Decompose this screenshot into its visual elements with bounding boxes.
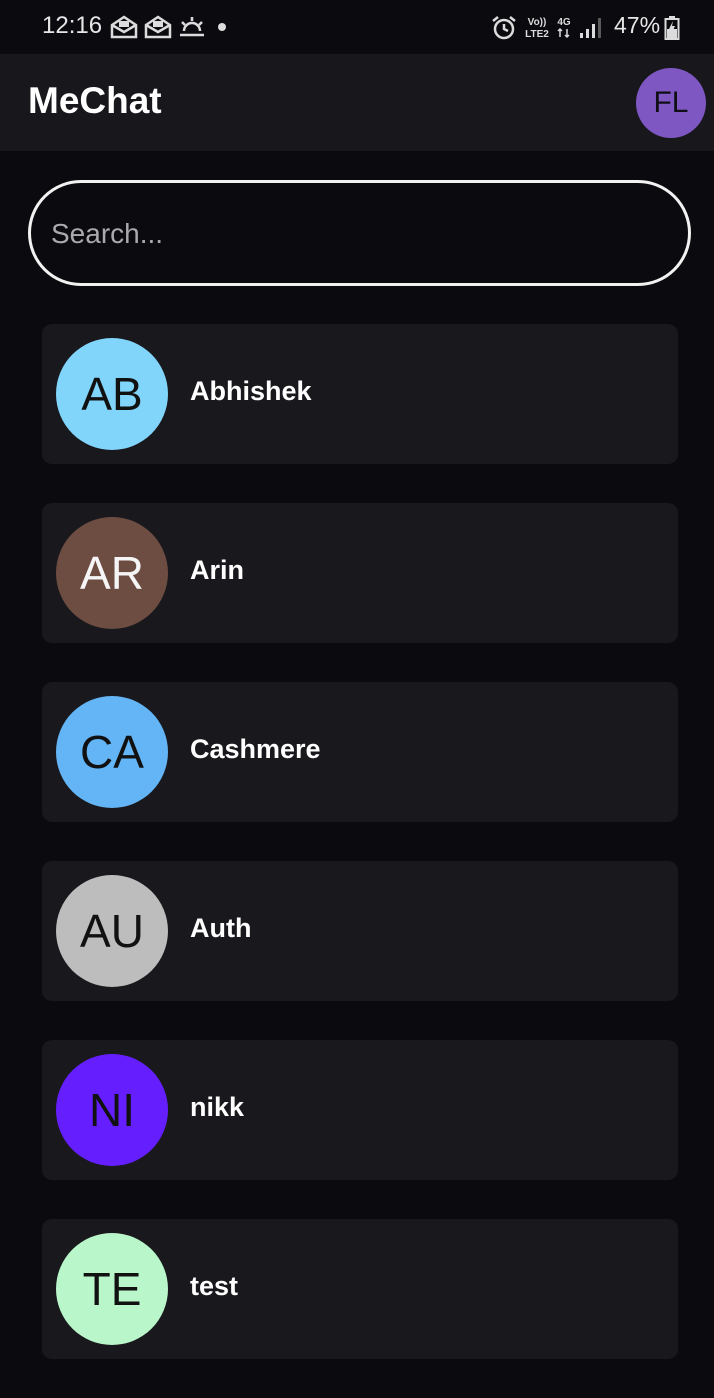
contact-initials: AR bbox=[80, 547, 144, 599]
app-title: MeChat bbox=[28, 80, 162, 121]
contact-name: Auth bbox=[190, 913, 252, 943]
contact-initials: TE bbox=[82, 1263, 142, 1315]
email-icon bbox=[110, 15, 138, 39]
contact-name: Abhishek bbox=[190, 376, 312, 406]
volte-icon: Vo)) LTE2 bbox=[525, 17, 549, 40]
svg-text:LTE2: LTE2 bbox=[525, 29, 549, 40]
status-time: 12:16 bbox=[42, 12, 103, 39]
contact-avatar: NI bbox=[56, 1054, 168, 1166]
profile-initials: FL bbox=[653, 86, 689, 119]
svg-text:Vo)): Vo)) bbox=[528, 17, 547, 28]
status-bar: 12:16 Vo)) LTE2 4G 47% bbox=[0, 0, 714, 54]
contact-avatar: TE bbox=[56, 1233, 168, 1345]
weather-icon bbox=[180, 17, 204, 37]
svg-text:4G: 4G bbox=[557, 17, 571, 28]
contact-list: AB Abhishek AR Arin CA Cashmere AU Auth … bbox=[42, 324, 678, 1398]
contact-avatar: CA bbox=[56, 696, 168, 808]
app-bar: MeChat FL bbox=[0, 54, 714, 151]
contact-initials: AB bbox=[81, 368, 143, 420]
contact-item[interactable]: NI nikk bbox=[42, 1040, 678, 1180]
contact-initials: NI bbox=[89, 1084, 135, 1136]
contact-name: test bbox=[190, 1271, 239, 1301]
contact-initials: CA bbox=[80, 726, 144, 778]
search-input[interactable] bbox=[49, 183, 653, 285]
notification-dot bbox=[218, 23, 226, 31]
contact-initials: AU bbox=[80, 905, 144, 957]
battery-percent: 47% bbox=[614, 12, 661, 38]
contact-name: Cashmere bbox=[190, 734, 321, 764]
contact-name: nikk bbox=[190, 1092, 245, 1122]
alarm-icon bbox=[492, 16, 516, 40]
contact-item[interactable]: AU Auth bbox=[42, 861, 678, 1001]
signal-icon bbox=[580, 18, 601, 38]
contact-item[interactable]: AR Arin bbox=[42, 503, 678, 643]
battery-charging-icon bbox=[664, 16, 680, 40]
profile-avatar-button[interactable]: FL bbox=[636, 68, 706, 138]
email-icon bbox=[144, 15, 172, 39]
contact-item[interactable]: TE test bbox=[42, 1219, 678, 1359]
contact-item[interactable]: CA Cashmere bbox=[42, 682, 678, 822]
contact-item[interactable]: AB Abhishek bbox=[42, 324, 678, 464]
4g-icon: 4G bbox=[557, 17, 571, 39]
contact-avatar: AU bbox=[56, 875, 168, 987]
contact-avatar: AR bbox=[56, 517, 168, 629]
search-field[interactable] bbox=[28, 180, 691, 286]
contact-name: Arin bbox=[190, 555, 244, 585]
contact-avatar: AB bbox=[56, 338, 168, 450]
